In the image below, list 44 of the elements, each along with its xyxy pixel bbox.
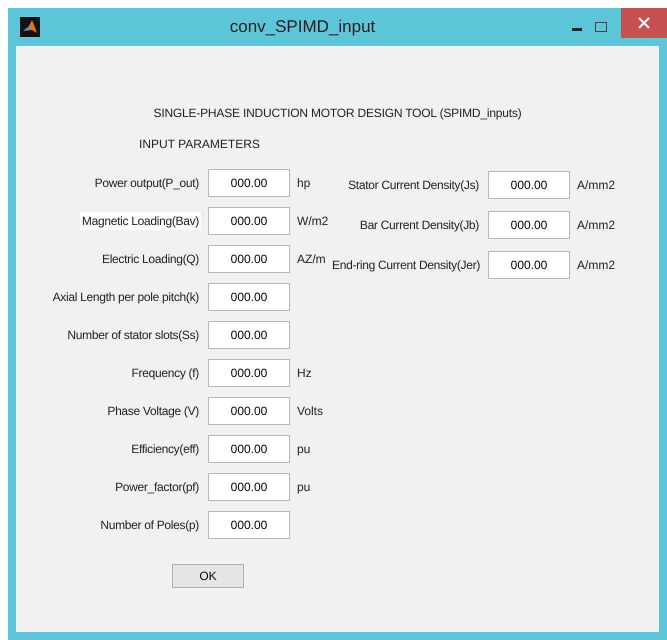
- unit-label: Hz: [297, 365, 312, 382]
- unit-label: hp: [297, 175, 310, 192]
- field-label: Bar Current Density(Jb): [358, 217, 480, 234]
- window-title: conv_SPIMD_input: [228, 16, 376, 38]
- close-button[interactable]: [621, 8, 667, 38]
- field-label: Power output(P_out): [94, 175, 200, 192]
- heading-text: SINGLE-PHASE INDUCTION MOTOR DESIGN TOOL (SPIMD_inputs): [152, 105, 522, 122]
- close-icon: [638, 17, 650, 29]
- input-field[interactable]: 000.00: [208, 283, 290, 311]
- unit-label: A/mm2: [577, 217, 616, 234]
- field-label: Phase Voltage (V): [106, 403, 200, 420]
- unit-label: pu: [297, 479, 310, 496]
- ok-button[interactable]: OK: [172, 564, 244, 588]
- field-label: Number of stator slots(Ss): [66, 327, 200, 344]
- input-field[interactable]: 000.00: [488, 251, 570, 279]
- unit-label: A/mm2: [577, 257, 616, 274]
- unit-label: pu: [297, 441, 310, 458]
- field-label: Frequency (f): [130, 365, 200, 382]
- field-label: Electric Loading(Q): [100, 251, 200, 268]
- unit-label: Volts: [297, 403, 324, 420]
- input-field[interactable]: 000.00: [208, 169, 290, 197]
- input-field[interactable]: 000.00: [208, 397, 290, 425]
- input-field[interactable]: 000.00: [208, 207, 290, 235]
- maximize-icon: [595, 22, 607, 32]
- input-field[interactable]: 000.00: [208, 435, 290, 463]
- section-label: INPUT PARAMETERS: [139, 136, 260, 153]
- input-field[interactable]: 000.00: [488, 171, 570, 199]
- field-label: End-ring Current Density(Jer): [331, 257, 482, 274]
- app-logo-icon: [20, 17, 40, 37]
- input-field[interactable]: 000.00: [208, 245, 290, 273]
- unit-label: W/m2: [297, 213, 328, 230]
- field-label: Axial Length per pole pitch(k): [52, 289, 200, 306]
- input-field[interactable]: 000.00: [208, 473, 290, 501]
- input-field[interactable]: 000.00: [208, 511, 290, 539]
- input-field[interactable]: 000.00: [488, 211, 570, 239]
- field-label: Power_factor(pf): [114, 479, 200, 496]
- field-label: Magnetic Loading(Bav): [80, 212, 201, 230]
- unit-label: AZ/m: [297, 251, 326, 268]
- field-label: Efficiency(eff): [130, 441, 200, 458]
- input-field[interactable]: 000.00: [208, 359, 290, 387]
- field-label: Number of Poles(p): [99, 517, 200, 534]
- unit-label: A/mm2: [577, 177, 616, 194]
- field-label: Stator Current Density(Js): [347, 177, 480, 194]
- input-field[interactable]: 000.00: [208, 321, 290, 349]
